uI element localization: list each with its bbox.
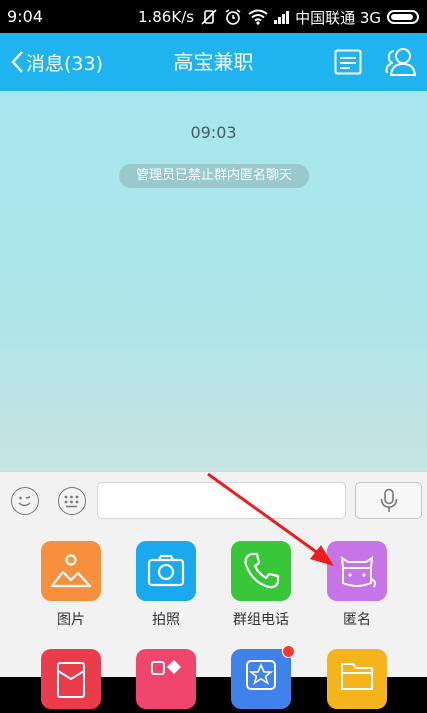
shapes-icon [151,660,181,675]
camera-tile[interactable] [136,541,196,601]
wifi-icon [248,9,268,25]
camera-icon [147,554,185,587]
anonymous-tile[interactable] [327,541,387,601]
voice-button[interactable] [355,482,422,519]
picture-tile[interactable] [41,541,101,601]
folder-tile[interactable] [327,649,387,709]
chat-area[interactable]: 09:03 管理员已禁止群内匿名聊天 [0,91,427,471]
alarm-icon [225,9,241,25]
group-members-icon[interactable] [383,46,417,78]
signal-icon [274,10,290,24]
back-label: 消息(33) [26,52,104,75]
camera-label: 拍照 [152,612,180,628]
group-info-icon[interactable] [334,48,362,76]
keyboard-toggle-button[interactable] [58,487,86,515]
message-timestamp: 09:03 [190,123,237,142]
group-call-tile[interactable] [231,541,291,601]
network-speed: 1.86K/s [137,8,195,26]
input-bar [0,471,427,530]
function-panel: 图片 拍照 群组电话 匿名 [0,529,427,709]
group-call-label: 群组电话 [233,612,289,628]
phone-icon [244,552,280,589]
status-time: 9:04 [7,7,43,26]
status-right-group: 1.86K/s 中国联通 3G [138,6,419,28]
carrier-label: 中国联通 3G [295,8,381,27]
system-notice: 管理员已禁止群内匿名聊天 [119,164,309,188]
shapes-tile[interactable] [136,649,196,709]
vibrate-off-icon [201,9,217,25]
anonymous-mask-icon [340,555,376,588]
back-button[interactable]: 消息(33) [10,33,103,91]
star-tile[interactable] [231,645,295,709]
keypad-icon [64,495,79,508]
microphone-icon [380,488,398,512]
status-bar: 9:04 1.86K/s 中国联通 3G [0,0,427,33]
star-badge-icon [246,660,276,690]
picture-label: 图片 [57,612,85,628]
emoji-button[interactable] [11,487,39,515]
title-bar: 高宝兼职 消息(33) [0,33,427,91]
red-packet-icon [57,662,85,698]
notification-dot [282,645,295,658]
message-input[interactable] [97,482,346,519]
picture-icon [50,554,92,588]
anonymous-label: 匿名 [343,612,371,628]
folder-icon [341,663,373,690]
red-packet-tile[interactable] [41,649,101,709]
smiley-icon [18,496,31,507]
chevron-left-icon [11,51,23,73]
battery-icon [387,10,419,24]
